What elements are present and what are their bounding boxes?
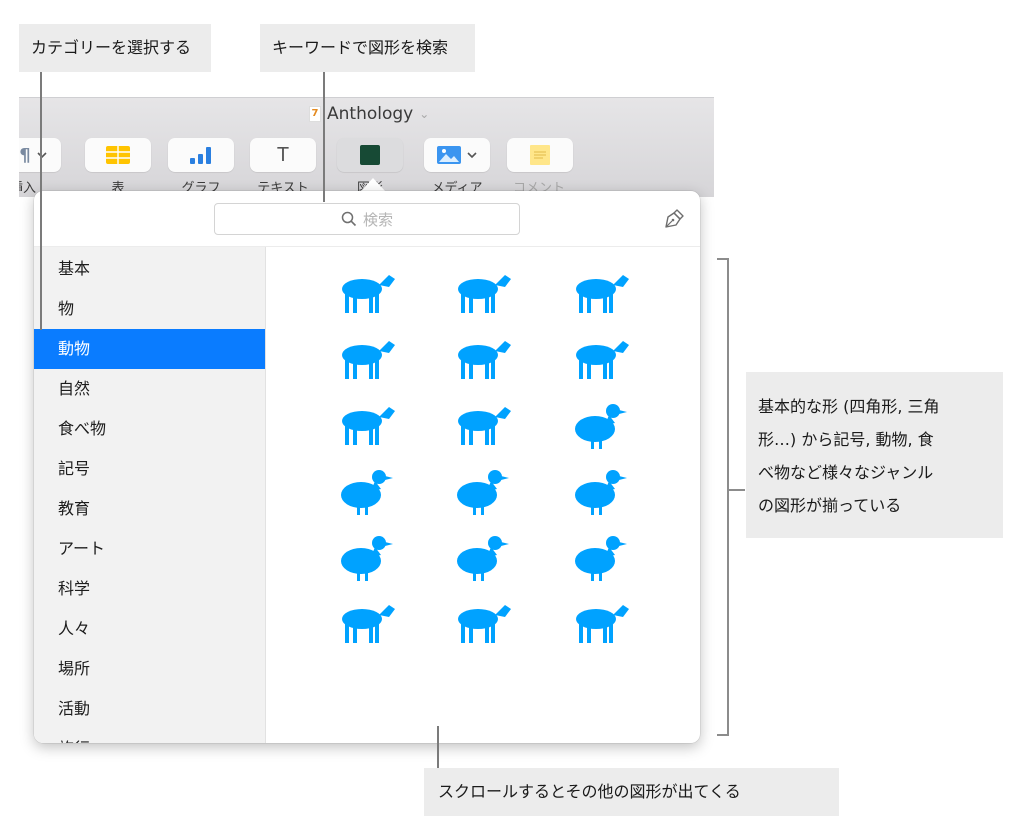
bat-icon — [342, 605, 395, 643]
callout-leader-line — [437, 726, 439, 768]
comment-button[interactable] — [507, 138, 573, 172]
turkey-icon — [457, 470, 509, 515]
ox-icon — [342, 407, 395, 445]
duck-shape[interactable] — [563, 459, 633, 519]
document-title: Anthology — [327, 104, 414, 124]
chevron-down-icon — [467, 152, 477, 159]
category-item[interactable]: アート — [34, 529, 265, 569]
magnifier-icon — [341, 211, 357, 227]
callout-text-line: の図形が揃っている — [758, 496, 902, 515]
category-list: 基本物動物自然食べ物記号教育アート科学人々場所活動旅行 — [34, 247, 265, 743]
rabbit-icon — [458, 407, 511, 445]
window-title[interactable]: 7 Anthology ⌄ — [309, 104, 429, 124]
callout-text: カテゴリーを選択する — [31, 38, 192, 57]
hen-shape[interactable] — [563, 393, 633, 453]
category-item[interactable]: 食べ物 — [34, 409, 265, 449]
category-item[interactable]: 科学 — [34, 569, 265, 609]
duck-icon — [575, 470, 627, 515]
pig-icon — [576, 275, 629, 313]
callout-text: キーワードで図形を検索 — [272, 38, 449, 57]
horse-shape[interactable] — [329, 261, 399, 321]
category-item[interactable]: 自然 — [34, 369, 265, 409]
chart-button[interactable] — [168, 138, 234, 172]
category-item[interactable]: 動物 — [34, 329, 265, 369]
owl-shape[interactable] — [563, 525, 633, 585]
calf-icon — [458, 275, 511, 313]
magpie-icon — [457, 536, 509, 581]
hen-icon — [575, 404, 627, 449]
shape-grid — [267, 247, 700, 743]
callout-bracket-tick — [729, 489, 745, 491]
shape-icon — [360, 145, 380, 165]
popover-arrow — [360, 178, 386, 192]
dachshund-icon — [576, 605, 629, 643]
calf-shape[interactable] — [445, 261, 515, 321]
rabbit-shape[interactable] — [445, 393, 515, 453]
owl-icon — [575, 536, 627, 581]
donkey-icon — [576, 341, 629, 379]
goose-shape[interactable] — [329, 525, 399, 585]
category-item[interactable]: 旅行 — [34, 729, 265, 743]
dachshund-shape[interactable] — [563, 591, 633, 651]
callout-text-line: 基本的な形 (四角形, 三角 — [758, 397, 940, 416]
table-button[interactable] — [85, 138, 151, 172]
search-placeholder: 検索 — [362, 210, 393, 229]
goose-icon — [341, 536, 393, 581]
ox-shape[interactable] — [329, 393, 399, 453]
pen-icon — [665, 209, 684, 228]
callout-scroll-more: スクロールするとその他の図形が出てくる — [424, 768, 839, 816]
category-item[interactable]: 場所 — [34, 649, 265, 689]
dog-icon — [458, 605, 511, 643]
sheep-icon — [342, 341, 395, 379]
text-icon: T — [276, 143, 290, 166]
chevron-down-icon: ⌄ — [419, 107, 430, 121]
bat-shape[interactable] — [329, 591, 399, 651]
media-button[interactable] — [424, 138, 490, 172]
callout-shape-genres: 基本的な形 (四角形, 三角 形…) から記号, 動物, 食 べ物など様々なジャ… — [746, 372, 1003, 538]
text-button[interactable]: T — [250, 138, 316, 172]
category-item[interactable]: 記号 — [34, 449, 265, 489]
callout-text-line: 形…) から記号, 動物, 食 — [758, 430, 934, 449]
goat-icon — [458, 341, 511, 379]
table-icon — [106, 146, 130, 164]
paragraph-icon: ¶ — [19, 144, 31, 166]
callout-text-line: べ物など様々なジャンル — [758, 463, 934, 482]
callout-bracket — [717, 258, 729, 736]
category-item[interactable]: 人々 — [34, 609, 265, 649]
chart-icon — [190, 147, 211, 164]
category-sidebar: 基本物動物自然食べ物記号教育アート科学人々場所活動旅行 — [34, 247, 266, 743]
comment-icon — [530, 145, 550, 165]
callout-leader-line — [323, 72, 325, 202]
callout-select-category: カテゴリーを選択する — [19, 24, 211, 72]
rooster-icon — [341, 470, 393, 515]
donkey-shape[interactable] — [563, 327, 633, 387]
goat-shape[interactable] — [445, 327, 515, 387]
callout-search-shapes: キーワードで図形を検索 — [260, 24, 475, 72]
rooster-shape[interactable] — [329, 459, 399, 519]
turkey-shape[interactable] — [445, 459, 515, 519]
shape-button[interactable] — [337, 138, 403, 172]
shapes-popover: 検索 基本物動物自然食べ物記号教育アート科学人々場所活動旅行 — [34, 191, 700, 743]
category-item[interactable]: 活動 — [34, 689, 265, 729]
category-item[interactable]: 物 — [34, 289, 265, 329]
draw-with-pen-button[interactable] — [662, 207, 686, 231]
callout-text: スクロールするとその他の図形が出てくる — [438, 782, 741, 801]
sheep-shape[interactable] — [329, 327, 399, 387]
category-item[interactable]: 教育 — [34, 489, 265, 529]
search-input[interactable]: 検索 — [214, 203, 520, 235]
dog-shape[interactable] — [445, 591, 515, 651]
magpie-shape[interactable] — [445, 525, 515, 585]
document-icon: 7 — [309, 106, 321, 122]
media-icon — [437, 146, 461, 164]
category-item[interactable]: 基本 — [34, 249, 265, 289]
callout-leader-line — [40, 72, 42, 330]
horse-icon — [342, 275, 395, 313]
pig-shape[interactable] — [563, 261, 633, 321]
